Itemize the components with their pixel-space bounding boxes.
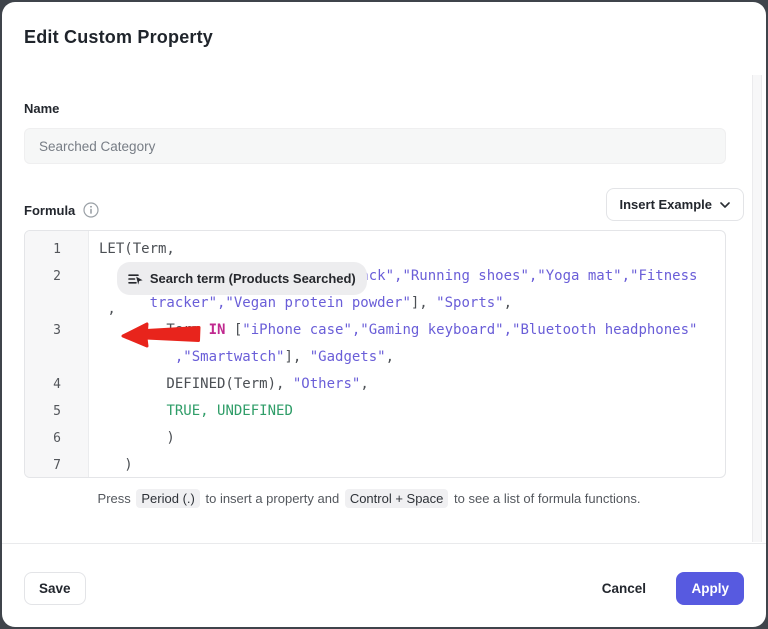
edit-custom-property-dialog: Edit Custom Property Name Formula Insert… bbox=[2, 2, 766, 627]
dialog-title: Edit Custom Property bbox=[24, 27, 213, 48]
kbd-period: Period (.) bbox=[136, 489, 199, 508]
line-number bbox=[25, 290, 89, 317]
formula-label: Formula bbox=[24, 203, 75, 218]
line-number: 3 bbox=[25, 317, 89, 344]
line-number: 1 bbox=[25, 236, 89, 263]
code-line: ) bbox=[89, 452, 725, 478]
apply-button[interactable]: Apply bbox=[676, 572, 744, 605]
code-row: 6 ) bbox=[25, 425, 725, 452]
code-row: 5 TRUE, UNDEFINED bbox=[25, 398, 725, 425]
code-line: ) bbox=[89, 425, 725, 452]
name-label: Name bbox=[24, 101, 59, 116]
vertical-scrollbar[interactable] bbox=[752, 75, 762, 542]
name-input[interactable] bbox=[24, 128, 726, 164]
line-number: 7 bbox=[25, 452, 89, 478]
property-chip[interactable]: Search term (Products Searched) bbox=[117, 262, 367, 295]
hint-text: Press bbox=[98, 491, 131, 506]
save-button[interactable]: Save bbox=[24, 572, 86, 605]
line-number: 6 bbox=[25, 425, 89, 452]
code-row: 7 ) bbox=[25, 452, 725, 478]
info-circle-icon[interactable] bbox=[83, 202, 99, 218]
red-arrow-annotation bbox=[121, 321, 201, 349]
code-row: 1LET(Term, Search term (Products Searche… bbox=[25, 236, 725, 263]
code-line: DEFINED(Term), "Others", bbox=[89, 371, 725, 398]
line-number: 5 bbox=[25, 398, 89, 425]
chevron-down-icon bbox=[720, 202, 730, 208]
line-number: 2 bbox=[25, 263, 89, 290]
cancel-button[interactable]: Cancel bbox=[588, 572, 660, 605]
formula-code-editor[interactable]: 1LET(Term, Search term (Products Searche… bbox=[24, 230, 726, 478]
insert-example-label: Insert Example bbox=[620, 197, 713, 212]
code-rows: 1LET(Term, Search term (Products Searche… bbox=[25, 231, 725, 478]
formula-label-row: Formula bbox=[24, 202, 99, 218]
code-row: 4 DEFINED(Term), "Others", bbox=[25, 371, 725, 398]
hint-text: to insert a property and bbox=[205, 491, 339, 506]
line-number: 4 bbox=[25, 371, 89, 398]
code-line: TRUE, UNDEFINED bbox=[89, 398, 725, 425]
property-chip-label: Search term (Products Searched) bbox=[150, 265, 356, 292]
event-property-icon bbox=[128, 272, 143, 286]
code-line: LET(Term, Search term (Products Searched… bbox=[89, 236, 725, 263]
hint-text: to see a list of formula functions. bbox=[454, 491, 640, 506]
kbd-control-space: Control + Space bbox=[345, 489, 449, 508]
insert-example-button[interactable]: Insert Example bbox=[606, 188, 745, 221]
footer-divider bbox=[2, 543, 766, 544]
editor-hint: Press Period (.) to insert a property an… bbox=[2, 491, 736, 506]
line-number bbox=[25, 344, 89, 371]
